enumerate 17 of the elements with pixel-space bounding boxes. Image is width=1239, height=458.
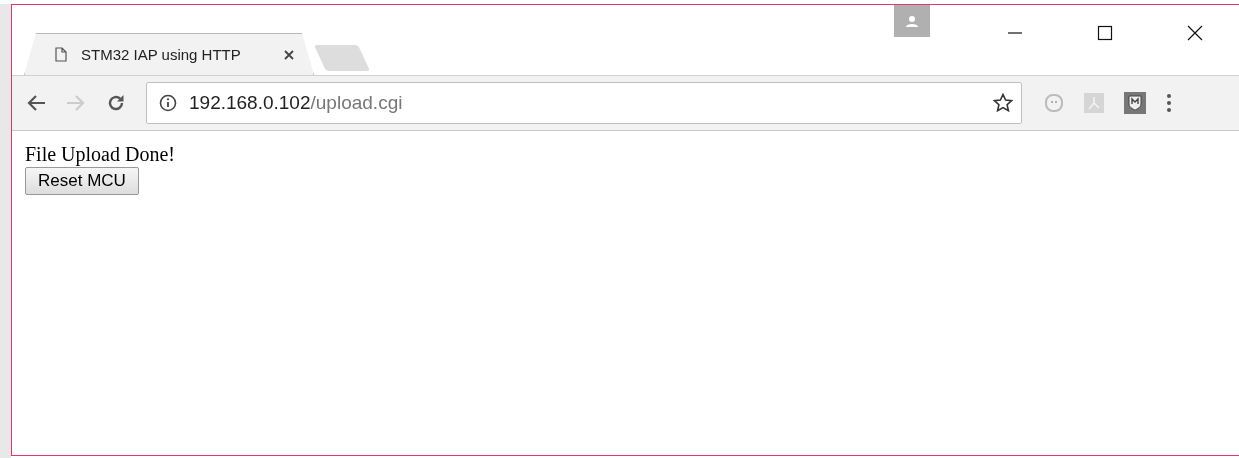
menu-icon[interactable] — [1166, 93, 1172, 113]
browser-tab[interactable]: STM32 IAP using HTTP — [24, 33, 314, 75]
shield-icon[interactable] — [1124, 92, 1146, 114]
reset-button[interactable]: Reset MCU — [25, 167, 139, 195]
back-icon[interactable] — [26, 94, 46, 112]
close-icon[interactable] — [1187, 25, 1203, 41]
page-icon — [55, 47, 67, 62]
person-icon — [905, 15, 919, 27]
upload-message: File Upload Done! — [25, 143, 176, 166]
maximize-icon[interactable] — [1097, 25, 1113, 41]
address-field[interactable]: 192.168.0.102/upload.cgi — [146, 82, 1022, 124]
url-text: 192.168.0.102/upload.cgi — [189, 92, 404, 114]
info-icon[interactable] — [159, 94, 177, 112]
star-icon[interactable] — [993, 93, 1013, 113]
tab-title: STM32 IAP using HTTP — [81, 46, 242, 63]
reload-icon[interactable] — [106, 93, 126, 113]
close-icon[interactable] — [283, 48, 295, 61]
